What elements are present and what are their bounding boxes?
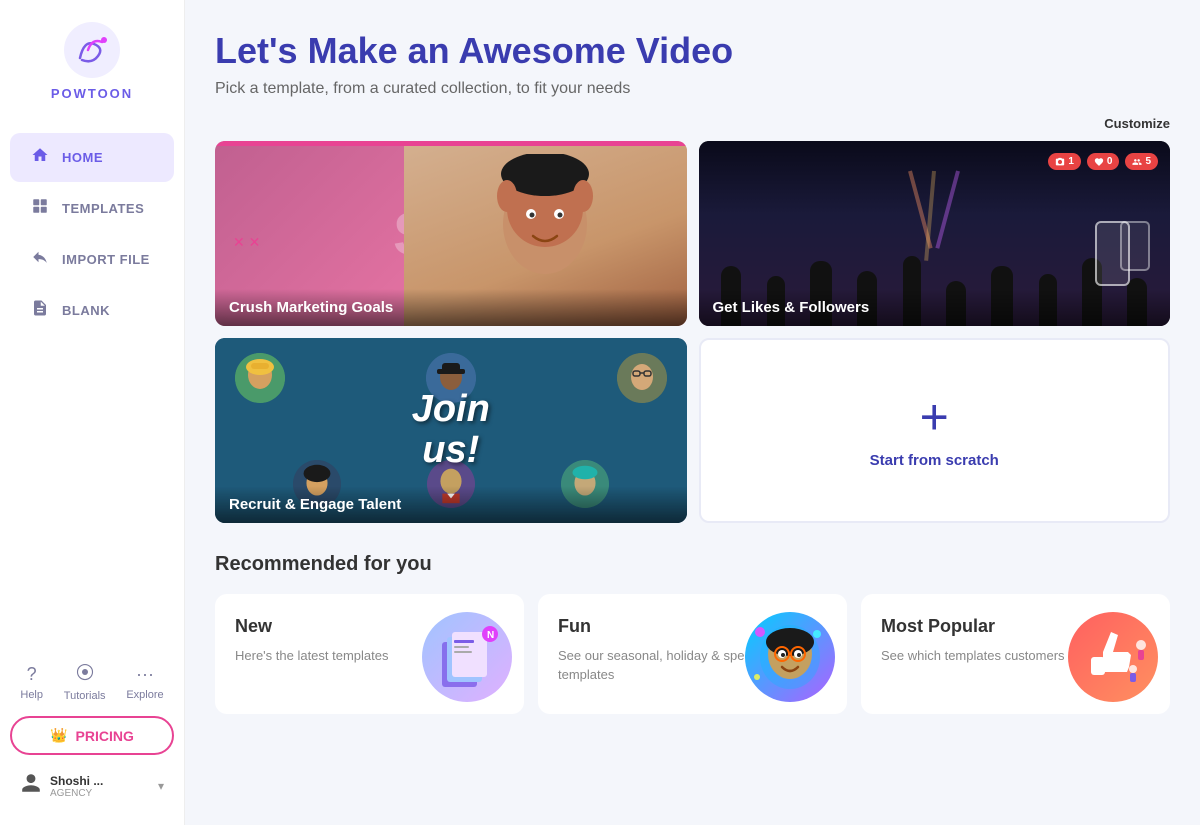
main-content: Let's Make an Awesome Video Pick a templ…	[185, 0, 1200, 825]
home-icon	[30, 146, 50, 169]
nav-item-blank[interactable]: BLANK	[10, 286, 174, 335]
template-card-marketing[interactable]: Sale ✕ ✕	[215, 141, 687, 326]
nav-item-import[interactable]: IMPORT FILE	[10, 235, 174, 284]
nav-item-home[interactable]: HOME	[10, 133, 174, 182]
help-icon: ?	[27, 664, 37, 685]
template-card-marketing-label: Crush Marketing Goals	[215, 289, 687, 326]
nav-label-templates: TEMPLATES	[62, 201, 144, 216]
rec-card-popular[interactable]: Most Popular See which templates custome…	[861, 594, 1170, 714]
customize-row: Customize	[215, 116, 1170, 131]
page-subtitle: Pick a template, from a curated collecti…	[215, 80, 1170, 98]
user-info: Shoshi ... AGENCY	[50, 774, 150, 799]
heart-badge: 0	[1087, 153, 1120, 170]
recommended-grid: New Here's the latest templates N	[215, 594, 1170, 714]
notification-bar: 1 0 5	[1048, 153, 1158, 170]
tutorials-label: Tutorials	[64, 690, 106, 702]
powtoon-logo-icon	[62, 20, 122, 80]
rec-card-popular-thumb	[1068, 612, 1158, 702]
rec-card-fun[interactable]: Fun See our seasonal, holiday & special …	[538, 594, 847, 714]
user-avatar-icon	[20, 772, 42, 800]
plus-icon: +	[920, 392, 949, 442]
user-name: Shoshi ...	[50, 774, 150, 788]
explore-button[interactable]: ··· Explore	[126, 664, 163, 701]
blank-icon	[30, 299, 50, 322]
explore-label: Explore	[126, 689, 163, 701]
help-label: Help	[20, 689, 43, 701]
explore-icon: ···	[136, 664, 154, 685]
rec-card-new[interactable]: New Here's the latest templates N	[215, 594, 524, 714]
template-card-social[interactable]: 1 0 5 Get Likes & Followers	[699, 141, 1171, 326]
people-badge: 5	[1125, 153, 1158, 170]
template-card-recruit-label: Recruit & Engage Talent	[215, 486, 687, 523]
avatar-glasses	[617, 353, 667, 403]
template-card-recruit[interactable]: Joinus!	[215, 338, 687, 523]
nav-label-blank: BLANK	[62, 303, 110, 318]
user-role: AGENCY	[50, 788, 150, 799]
pricing-label: PRICING	[76, 728, 134, 744]
logo-area: POWTOON	[51, 20, 133, 101]
avatar-turban	[235, 353, 285, 403]
logo-text: POWTOON	[51, 86, 133, 101]
page-title: Let's Make an Awesome Video	[215, 30, 1170, 72]
template-card-social-label: Get Likes & Followers	[699, 289, 1171, 326]
nav-label-import: IMPORT FILE	[62, 252, 150, 267]
tutorials-icon	[76, 663, 94, 686]
sidebar-bottom: ? Help Tutorials ··· Explore 👑 PRICING	[0, 653, 184, 815]
heart-count: 0	[1107, 156, 1113, 167]
nav-label-home: HOME	[62, 150, 103, 165]
pricing-icon: 👑	[50, 727, 67, 744]
sidebar: POWTOON HOME TEMPLATES IMPORT FILE	[0, 0, 185, 825]
join-us-text-area: Joinus!	[412, 389, 490, 473]
svg-text:N: N	[487, 630, 494, 641]
scratch-label: Start from scratch	[870, 452, 999, 469]
user-row[interactable]: Shoshi ... AGENCY ▾	[10, 767, 174, 805]
phone-icon2	[1120, 221, 1150, 271]
customize-link[interactable]: Customize	[1104, 116, 1170, 131]
help-button[interactable]: ? Help	[20, 664, 43, 701]
camera-badge: 1	[1048, 153, 1081, 170]
rec-card-new-thumb: N	[422, 612, 512, 702]
people-count: 5	[1145, 156, 1151, 167]
template-top-bar	[215, 141, 687, 146]
rec-card-fun-thumb	[745, 612, 835, 702]
recommended-title: Recommended for you	[215, 553, 1170, 576]
import-icon	[30, 248, 50, 271]
nav-item-templates[interactable]: TEMPLATES	[10, 184, 174, 233]
templates-icon	[30, 197, 50, 220]
marketing-x-marks: ✕ ✕	[233, 234, 260, 251]
scratch-card[interactable]: + Start from scratch	[699, 338, 1171, 523]
template-grid: Sale ✕ ✕	[215, 141, 1170, 523]
camera-count: 1	[1068, 156, 1074, 167]
chevron-down-icon: ▾	[158, 779, 164, 793]
nav-menu: HOME TEMPLATES IMPORT FILE BLANK	[0, 131, 184, 653]
help-row: ? Help Tutorials ··· Explore	[10, 663, 174, 702]
tutorials-button[interactable]: Tutorials	[64, 663, 106, 702]
pricing-button[interactable]: 👑 PRICING	[10, 716, 174, 755]
